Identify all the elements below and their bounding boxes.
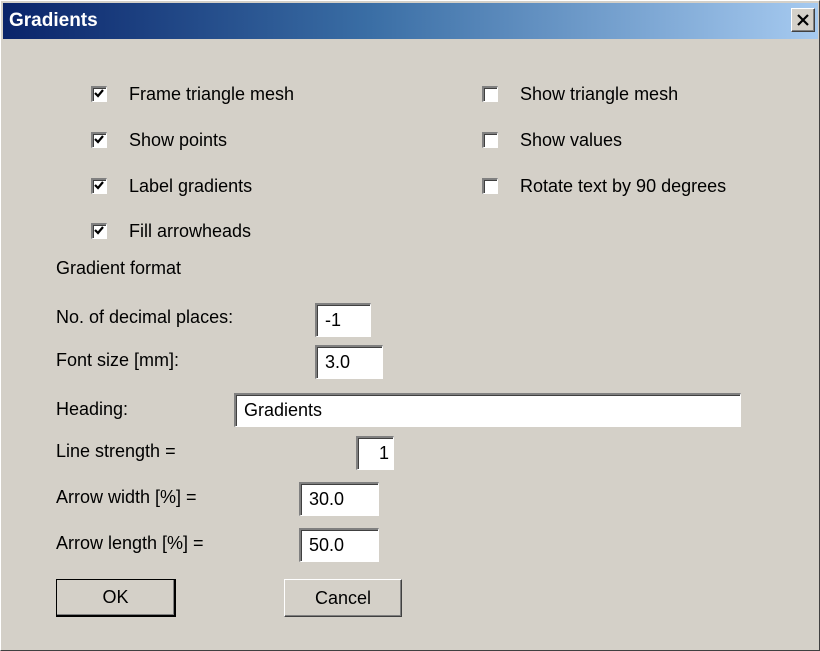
line-strength-label: Line strength = xyxy=(56,441,176,461)
show-values-label: Show values xyxy=(520,129,623,150)
frame-triangle-mesh-checkbox[interactable] xyxy=(91,86,107,102)
ok-button[interactable]: OK xyxy=(56,579,176,617)
decimal-places-label: No. of decimal places: xyxy=(56,307,234,327)
rotate-text-label: Rotate text by 90 degrees xyxy=(520,175,727,196)
rotate-text-checkbox-row[interactable]: Rotate text by 90 degrees xyxy=(482,173,726,199)
font-size-label: Font size [mm]: xyxy=(56,350,180,370)
rotate-text-checkbox[interactable] xyxy=(482,178,498,194)
arrow-length-label: Arrow length [%] = xyxy=(56,533,204,553)
heading-input[interactable]: Gradients xyxy=(234,393,741,427)
show-triangle-mesh-checkbox-row[interactable]: Show triangle mesh xyxy=(482,81,678,107)
label-gradients-label: Label gradients xyxy=(129,175,253,196)
show-points-checkbox-row[interactable]: Show points xyxy=(91,127,227,153)
frame-triangle-mesh-checkbox-row[interactable]: Frame triangle mesh xyxy=(91,81,294,107)
label-gradients-checkbox[interactable] xyxy=(91,178,107,194)
checkmark-icon xyxy=(94,226,104,235)
show-triangle-mesh-checkbox[interactable] xyxy=(482,86,498,102)
arrow-width-input[interactable]: 30.0 xyxy=(299,482,379,516)
show-points-label: Show points xyxy=(129,129,228,150)
gradients-dialog: Gradients Frame triangle mesh Show point… xyxy=(0,0,820,651)
fill-arrowheads-checkbox[interactable] xyxy=(91,223,107,239)
close-button[interactable] xyxy=(791,8,815,32)
arrow-width-label: Arrow width [%] = xyxy=(56,487,197,507)
font-size-input[interactable]: 3.0 xyxy=(315,345,383,379)
show-values-checkbox[interactable] xyxy=(482,132,498,148)
show-points-checkbox[interactable] xyxy=(91,132,107,148)
frame-triangle-mesh-label: Frame triangle mesh xyxy=(129,83,295,104)
title-bar: Gradients xyxy=(3,3,818,39)
show-triangle-mesh-label: Show triangle mesh xyxy=(520,83,679,104)
label-gradients-checkbox-row[interactable]: Label gradients xyxy=(91,173,252,199)
fill-arrowheads-checkbox-row[interactable]: Fill arrowheads xyxy=(91,218,251,244)
fill-arrowheads-label: Fill arrowheads xyxy=(129,220,252,241)
window-title: Gradients xyxy=(9,10,98,31)
close-icon xyxy=(797,14,809,26)
arrow-length-input[interactable]: 50.0 xyxy=(299,528,379,562)
line-strength-input[interactable]: 1 xyxy=(356,436,394,470)
checkmark-icon xyxy=(94,89,104,98)
gradient-format-label: Gradient format xyxy=(56,258,182,278)
checkmark-icon xyxy=(94,135,104,144)
cancel-button[interactable]: Cancel xyxy=(284,579,402,617)
heading-label: Heading: xyxy=(56,399,129,419)
checkmark-icon xyxy=(94,181,104,190)
show-values-checkbox-row[interactable]: Show values xyxy=(482,127,622,153)
decimal-places-input[interactable]: -1 xyxy=(315,303,371,337)
